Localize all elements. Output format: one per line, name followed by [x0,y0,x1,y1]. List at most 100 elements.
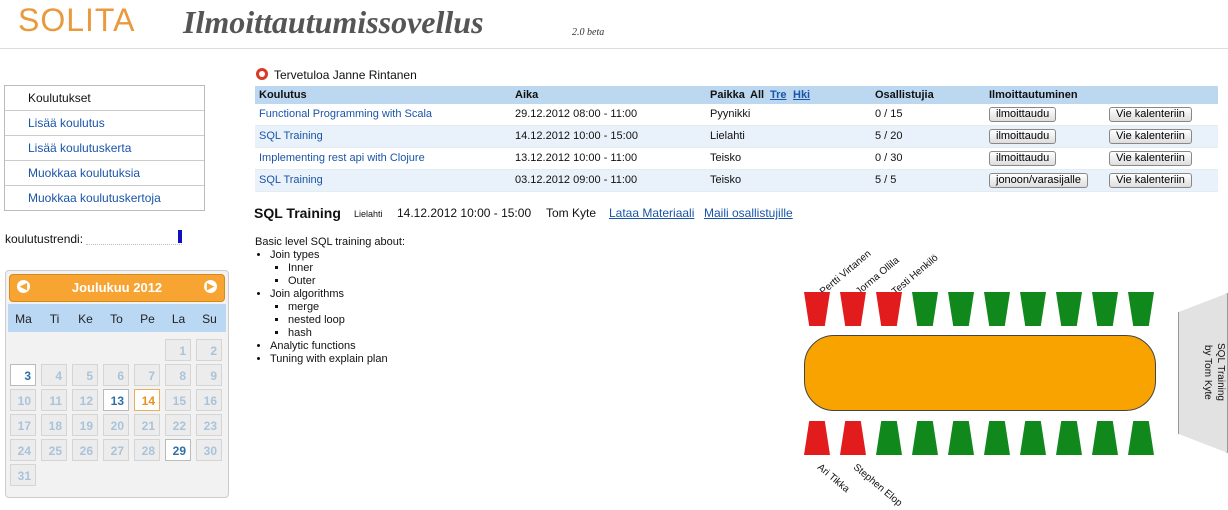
download-material-link[interactable]: Lataa Materiaali [609,206,694,220]
calendar-day[interactable]: 25 [41,439,67,461]
seat-taken[interactable] [840,292,866,326]
filter-hki[interactable]: Hki [793,89,810,101]
sidebar-item-edit-sessions[interactable]: Muokkaa koulutuskertoja [5,185,204,210]
course-table: Koulutus Aika Paikka All Tre Hki Osallis… [255,86,1218,192]
calendar-day[interactable]: 20 [103,414,129,436]
weekday-label: Pe [140,312,155,326]
course-time: 29.12.2012 08:00 - 11:00 [515,108,638,120]
seat-free[interactable] [1020,421,1046,455]
table-row: Functional Programming with Scala 29.12.… [255,104,1218,126]
calendar-day[interactable]: 17 [10,414,36,436]
list-item: Inner [288,262,405,275]
seat-free[interactable] [912,292,938,326]
course-place: Lielahti [710,130,745,142]
list-item: Outer [288,275,405,288]
calendar-day[interactable]: 31 [10,464,36,486]
seat-free[interactable] [1092,292,1118,326]
seat-free[interactable] [1020,292,1046,326]
seat-free[interactable] [1092,421,1118,455]
calendar-day[interactable]: 18 [41,414,67,436]
calendar-day[interactable]: 15 [165,389,191,411]
register-button[interactable]: ilmoittaudu [989,151,1057,166]
board-text: SQL Training by Tom Kyte [1185,312,1227,432]
list-item: Tuning with explain plan [270,353,405,366]
table-row: SQL Training 03.12.2012 09:00 - 11:00 Te… [255,170,1218,192]
welcome-text: Tervetuloa Janne Rintanen [274,68,417,82]
seat-taken[interactable] [876,292,902,326]
calendar-day[interactable]: 7 [134,364,160,386]
calendar-day[interactable]: 4 [41,364,67,386]
add-to-calendar-button[interactable]: Vie kalenteriin [1109,107,1192,122]
course-participants: 0 / 15 [875,108,903,120]
seat-free[interactable] [912,421,938,455]
sidebar-menu: Koulutukset Lisää koulutus Lisää koulutu… [4,85,205,211]
calendar-day[interactable]: 22 [165,414,191,436]
course-place: Teisko [710,174,742,186]
calendar-day[interactable]: 8 [165,364,191,386]
course-place: Pyynikki [710,108,751,120]
calendar-day[interactable]: 23 [196,414,222,436]
register-button[interactable]: ilmoittaudu [989,107,1057,122]
calendar-day[interactable]: 16 [196,389,222,411]
course-link[interactable]: Implementing rest api with Clojure [259,152,425,164]
chevron-right-icon[interactable]: ▶ [204,280,217,293]
calendar-day[interactable]: 2 [196,339,222,361]
trend-line [86,244,182,245]
calendar-day[interactable]: 10 [10,389,36,411]
add-to-calendar-button[interactable]: Vie kalenteriin [1109,173,1192,188]
course-link[interactable]: Functional Programming with Scala [259,108,432,120]
table-row: Implementing rest api with Clojure 13.12… [255,148,1218,170]
calendar-day[interactable]: 30 [196,439,222,461]
detail-place: Lielahti [354,209,383,219]
sidebar-item-edit-courses[interactable]: Muokkaa koulutuksia [5,160,204,185]
calendar-day[interactable]: 9 [196,364,222,386]
description-intro: Basic level SQL training about: [255,236,406,248]
calendar-day[interactable]: 6 [103,364,129,386]
calendar-day[interactable]: 12 [72,389,98,411]
seat-free[interactable] [876,421,902,455]
seat-taken[interactable] [804,421,830,455]
sidebar-item-add-course[interactable]: Lisää koulutus [5,110,204,135]
add-to-calendar-button[interactable]: Vie kalenteriin [1109,129,1192,144]
course-link[interactable]: SQL Training [259,130,323,142]
seat-free[interactable] [1128,421,1154,455]
seat-free[interactable] [1128,292,1154,326]
mail-participants-link[interactable]: Maili osallistujille [704,206,793,220]
seat-free[interactable] [948,292,974,326]
sidebar-item-add-session[interactable]: Lisää koulutuskerta [5,135,204,160]
calendar-day[interactable]: 13 [103,389,129,411]
calendar-day[interactable]: 5 [72,364,98,386]
seat-taken[interactable] [804,292,830,326]
app-title: Ilmoittautumissovellus [183,4,484,40]
calendar-day[interactable]: 26 [72,439,98,461]
filter-all[interactable]: All [750,89,764,101]
sidebar-item-koulutukset[interactable]: Koulutukset [5,86,204,110]
header-place: Paikka [710,89,745,101]
weekday-label: Ti [49,312,60,326]
calendar-day[interactable]: 24 [10,439,36,461]
calendar-day[interactable]: 28 [134,439,160,461]
calendar-day[interactable]: 29 [165,439,191,461]
filter-tre[interactable]: Tre [770,89,787,101]
seat-free[interactable] [1056,421,1082,455]
calendar-day[interactable]: 14 [134,389,160,411]
seat-free[interactable] [1056,292,1082,326]
course-link[interactable]: SQL Training [259,174,323,186]
course-participants: 5 / 5 [875,174,897,186]
calendar-day[interactable]: 11 [41,389,67,411]
calendar-day[interactable]: 27 [103,439,129,461]
seat-taken[interactable] [840,421,866,455]
seat-free[interactable] [948,421,974,455]
calendar-day[interactable]: 3 [10,364,36,386]
register-button[interactable]: ilmoittaudu [989,129,1057,144]
seat-free[interactable] [984,292,1010,326]
calendar-day[interactable]: 21 [134,414,160,436]
course-time: 14.12.2012 10:00 - 15:00 [515,130,638,142]
course-place: Teisko [710,152,742,164]
add-to-calendar-button[interactable]: Vie kalenteriin [1109,151,1192,166]
queue-button[interactable]: jonoon/varasijalle [989,173,1088,188]
calendar-day[interactable]: 1 [165,339,191,361]
seat-free[interactable] [984,421,1010,455]
calendar-day[interactable]: 19 [72,414,98,436]
calendar-title: Joulukuu 2012 [71,280,163,295]
